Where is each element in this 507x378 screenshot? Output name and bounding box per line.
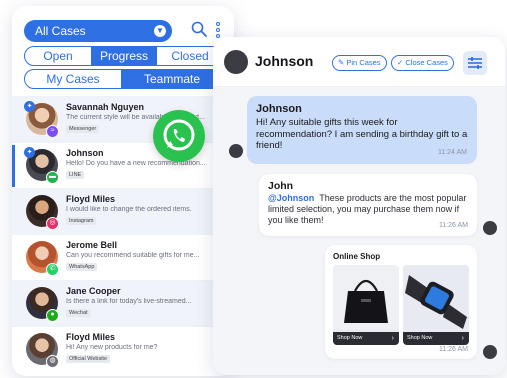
close-cases-label: Close Cases [405, 58, 448, 67]
line-icon: ▬ [46, 171, 59, 184]
tab-progress[interactable]: Progress [91, 47, 157, 65]
owner-tabs: My Cases Teammate [24, 69, 224, 89]
contact-name: Floyd Miles [66, 194, 116, 204]
whatsapp-icon: ✆ [46, 263, 59, 276]
check-icon: ✓ [397, 58, 404, 67]
contact-name: Jerome Bell [66, 240, 118, 250]
shop-now-button[interactable]: Shop Now › [403, 332, 469, 345]
chevron-right-icon: › [391, 335, 394, 342]
close-cases-button[interactable]: ✓ Close Cases [391, 55, 454, 71]
product-card[interactable]: Shop Now › [403, 265, 469, 345]
pin-cases-label: Pin Cases [346, 58, 381, 67]
messenger-icon: ≈ [46, 125, 59, 138]
incoming-message: Johnson Hi! Any suitable gifts this week… [247, 96, 477, 164]
message-preview: Hi! Any new products for me? [66, 344, 158, 351]
shop-now-label: Shop Now [337, 335, 363, 341]
pin-icon: ✦ [24, 101, 35, 112]
conversation-item[interactable]: ◍ Floyd Miles Hi! Any new products for m… [12, 326, 234, 372]
website-icon: ◍ [46, 355, 59, 368]
contact-name: Floyd Miles [66, 332, 116, 342]
channel-tag: Wechat [66, 309, 91, 317]
handbag-icon [333, 265, 399, 329]
filter-settings-button[interactable] [463, 51, 487, 75]
avatar [483, 221, 497, 235]
shop-now-label: Shop Now [407, 335, 433, 341]
mention-tag[interactable]: @Johnson [268, 193, 314, 203]
tab-my-cases[interactable]: My Cases [25, 70, 121, 88]
sliders-icon [468, 57, 482, 69]
search-icon[interactable] [190, 20, 208, 38]
message-preview: Is there a link for today's live-streame… [66, 298, 192, 305]
conversation-item[interactable]: ● Jane Cooper Is there a link for today'… [12, 280, 234, 326]
inbox-panel: All Cases ▼ Open Progress Closed My Case… [12, 6, 234, 376]
case-filter-dropdown[interactable]: All Cases ▼ [24, 20, 172, 42]
wechat-icon: ● [46, 309, 59, 322]
chat-panel: Johnson ✎ Pin Cases ✓ Close Cases Johnso… [213, 37, 505, 375]
message-time: 11:24 AM [437, 149, 467, 156]
case-filter-label: All Cases [35, 24, 86, 38]
status-tabs: Open Progress Closed [24, 46, 224, 66]
channel-tag: Instagram [66, 217, 97, 225]
shop-title: Online Shop [333, 252, 381, 261]
contact-name: Savannah Nguyen [66, 102, 145, 112]
pin-icon: ✦ [24, 147, 35, 158]
message-sender: Johnson [256, 103, 302, 115]
online-shop-card: Online Shop Shop Now › Shop Now › 11:26 … [325, 245, 477, 359]
message-area: Johnson Hi! Any suitable gifts this week… [213, 87, 505, 375]
avatar [229, 144, 243, 158]
smartwatch-icon [403, 265, 469, 329]
pin-cases-button[interactable]: ✎ Pin Cases [332, 55, 387, 71]
shop-now-button[interactable]: Shop Now › [333, 332, 399, 345]
tab-teammate[interactable]: Teammate [121, 70, 223, 88]
contact-name: Jane Cooper [66, 286, 121, 296]
message-time: 11:26 AM [438, 346, 468, 353]
whatsapp-icon [153, 110, 205, 162]
message-preview: I would like to change the ordered items… [66, 206, 192, 213]
chevron-down-icon: ▼ [154, 25, 166, 37]
conversation-item[interactable]: ◎ Floyd Miles I would like to change the… [12, 188, 234, 234]
tab-open[interactable]: Open [25, 47, 91, 65]
conversation-item[interactable]: ✆ Jerome Bell Can you recommend suitable… [12, 234, 234, 280]
chevron-right-icon: › [461, 335, 464, 342]
instagram-icon: ◎ [46, 217, 59, 230]
product-card[interactable]: Shop Now › [333, 265, 399, 345]
message-text: Hi! Any suitable gifts this week for rec… [256, 117, 468, 151]
message-time: 11:26 AM [438, 222, 468, 229]
channel-tag: Official Website [66, 355, 111, 363]
outgoing-message: John @Johnson These products are the mos… [259, 174, 477, 236]
channel-tag: WhatsApp [66, 263, 98, 271]
inbox-header: All Cases ▼ Open Progress Closed My Case… [12, 6, 234, 92]
message-sender: John [268, 180, 294, 192]
chat-header: Johnson ✎ Pin Cases ✓ Close Cases [213, 37, 505, 87]
pin-icon: ✎ [338, 58, 345, 67]
contact-name: Johnson [66, 148, 104, 158]
avatar [483, 345, 497, 359]
channel-tag: Messenger [66, 125, 100, 133]
contact-name: Johnson [255, 53, 314, 69]
message-preview: Can you recommend suitable gifts for me.… [66, 252, 200, 259]
avatar [224, 50, 248, 74]
channel-tag: LINE [66, 171, 85, 179]
